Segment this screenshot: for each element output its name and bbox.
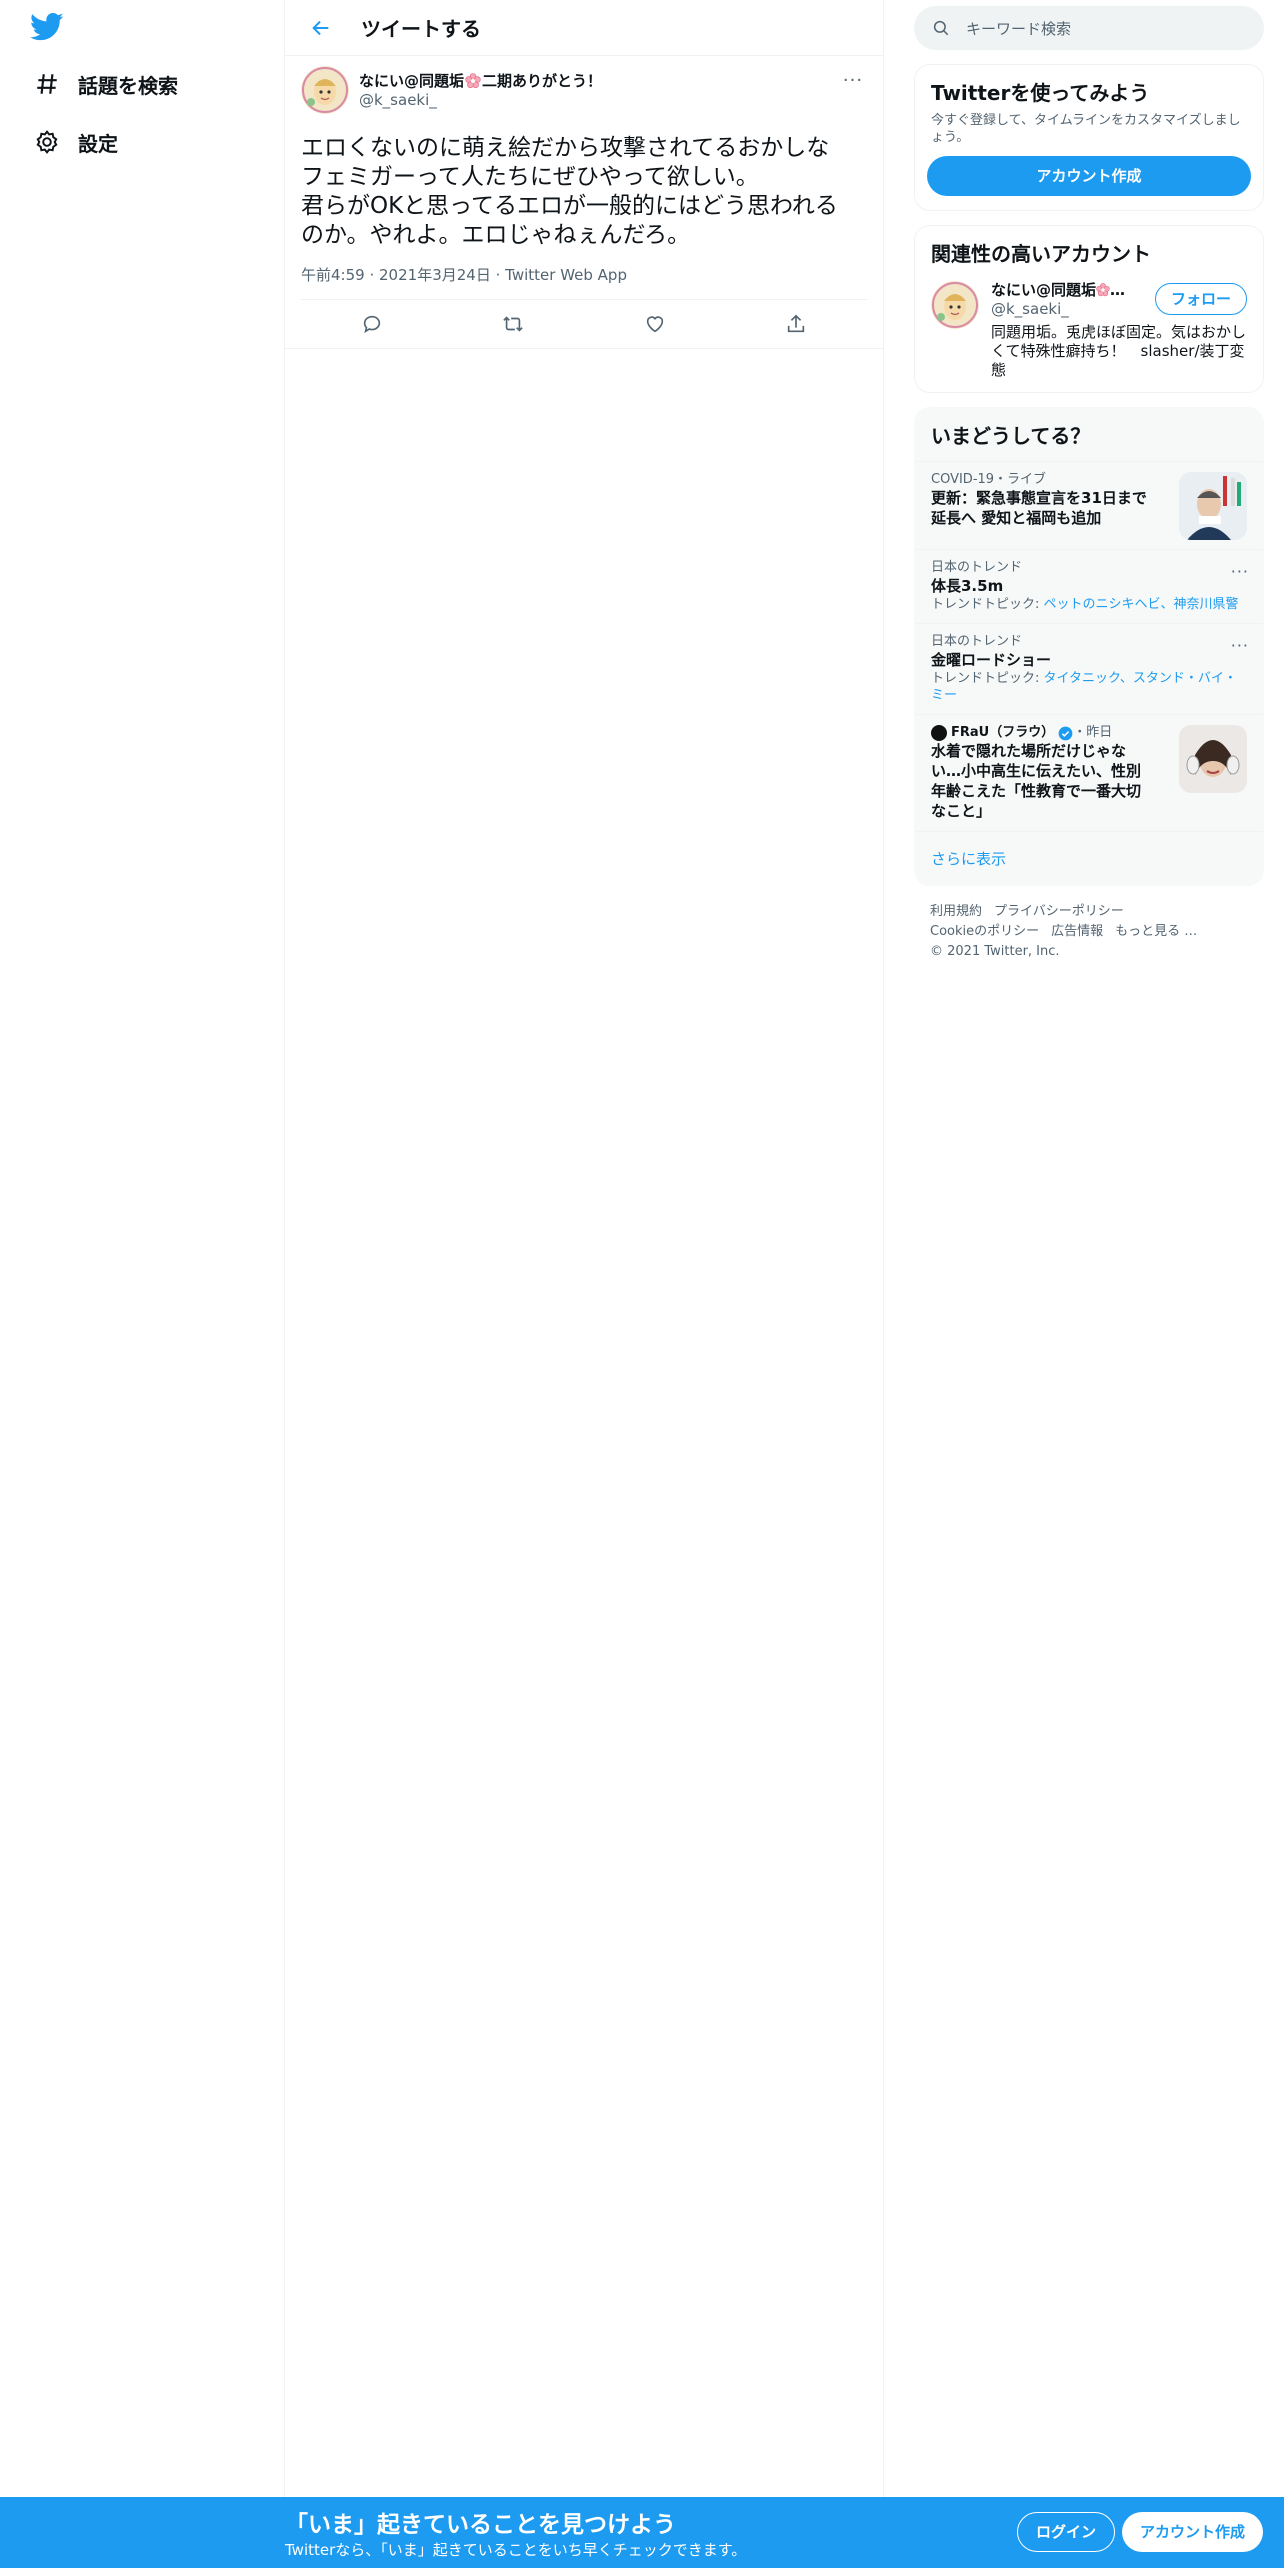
back-button[interactable] [301,8,341,48]
footer-link-terms[interactable]: 利用規約 [930,904,982,919]
trend-meta: 日本のトレンド [931,560,1023,575]
tweet-source[interactable]: Twitter Web App [505,266,627,284]
login-button[interactable]: ログイン [1017,2512,1116,2552]
left-nav: 話題を検索 設定 [0,0,285,2568]
flower-emoji-icon [465,73,481,89]
author-name-suffix: 二期ありがとう！ [482,72,603,90]
reply-icon [363,315,380,334]
footer-link-privacy[interactable]: プライバシーポリシー [994,904,1124,919]
more-options-icon[interactable]: ··· [1231,636,1249,655]
trend-title: 水着で隠れた場所だけじゃない…小中高生に伝えたい、性別年齢こえた「性教育で一番大… [931,742,1142,820]
related-account-name[interactable]: なにい@同題垢 … [991,281,1131,299]
author-name-text: なにい@同題垢 [359,72,465,90]
right-sidebar: キーワード検索 Twitterを使ってみよう 今すぐ登録して、タイムラインをカス… [914,0,1264,978]
trend-title: 金曜ロードショー [931,651,1052,669]
nav-item-settings[interactable]: 設定 [30,122,118,162]
trend-thumbnail [1179,725,1247,793]
reply-button[interactable] [352,304,392,344]
retweet-button[interactable] [493,304,533,344]
trend-thumbnail [1179,472,1247,540]
trend-source-line: FRaU（フラウ） ・昨日 [931,725,1151,741]
trend-topics: トレンドトピック: ペットのニシキヘビ、神奈川県警 [931,596,1247,613]
trend-topics-label: トレンドトピック: [931,597,1044,612]
nav-item-explore[interactable]: 話題を検索 [30,64,178,104]
meta-separator: · [369,266,380,284]
avatar[interactable] [931,281,979,329]
related-accounts-card: 関連性の高いアカウント なにい@同題垢… @k_saeki_ 同題用垢。兎虎ほぼ… [914,225,1264,393]
footer-link-cookies[interactable]: Cookieのポリシー [930,924,1039,939]
tweet-actions [301,300,867,348]
search-bar[interactable]: キーワード検索 [914,6,1264,50]
related-name-text: なにい@同題垢 [991,281,1097,299]
trend-meta: COVID-19・ライブ [931,472,1047,487]
search-icon [933,20,949,36]
signup-button[interactable]: アカウント作成 [1122,2512,1264,2552]
footer-link-ads[interactable]: 広告情報 [1051,924,1103,939]
related-card-title: 関連性の高いアカウント [931,242,1151,266]
trend-topics-links[interactable]: ペットのニシキヘビ、神奈川県警 [1044,597,1239,612]
banner-title: 「いま」起きていることを見つけよう [285,2512,676,2538]
signup-card-desc: 今すぐ登録して、タイムラインをカスタマイズしましょう。 [931,113,1241,145]
avatar[interactable] [301,66,349,114]
main-column: ツイートする なにい@同題垢 二期ありがとう！ @k_saeki_ ··· エロ… [285,0,884,2568]
trends-card-title: いまどうしてる？ [931,424,1091,448]
meta-separator: · [495,266,506,284]
trend-topics-label: トレンドトピック: [931,671,1044,686]
follow-button[interactable]: フォロー [1154,283,1247,315]
search-input[interactable]: キーワード検索 [966,18,1071,39]
author-name[interactable]: なにい@同題垢 二期ありがとう！ [359,72,602,90]
share-button[interactable] [776,304,816,344]
trend-item[interactable]: COVID-19・ライブ 更新：緊急事態宣言を31日まで延長へ 愛知と福岡も追加 [915,461,1263,549]
gear-icon [30,125,64,159]
arrow-left-icon [312,20,329,35]
retweet-icon [503,316,524,332]
footer-link-more[interactable]: もっと見る … [1115,924,1197,939]
signup-card: Twitterを使ってみよう 今すぐ登録して、タイムラインをカスタマイズしましょ… [914,64,1264,211]
related-account[interactable]: なにい@同題垢… @k_saeki_ 同題用垢。兎虎ほぼ固定。気はおかしくて特殊… [915,273,1263,392]
page-title: ツイートする [361,17,481,41]
flower-emoji-icon [1096,283,1110,297]
related-account-bio: 同題用垢。兎虎ほぼ固定。気はおかしくて特殊性癖持ち！ slasher/装丁変態 [991,323,1247,379]
tweet-meta: 午前4:59 · 2021年3月24日 · Twitter Web App [301,264,867,300]
trend-when: ・昨日 [1073,725,1113,740]
nav-item-settings-label: 設定 [78,131,118,156]
share-icon [788,314,805,333]
source-avatar-icon [931,725,947,741]
trend-item[interactable]: 日本のトレンド 体長3.5m トレンドトピック: ペットのニシキヘビ、神奈川県警… [915,549,1263,623]
more-options-icon[interactable]: ··· [839,70,867,94]
signup-card-title: Twitterを使ってみよう [931,81,1150,105]
trend-source: FRaU（フラウ） [951,725,1055,740]
create-account-button[interactable]: アカウント作成 [927,156,1251,196]
trend-title: 更新：緊急事態宣言を31日まで延長へ 愛知と福岡も追加 [931,489,1147,527]
trend-meta: 日本のトレンド [931,634,1023,649]
main-header: ツイートする [285,0,883,56]
related-name-suffix: … [1110,281,1126,299]
trends-card: いまどうしてる？ COVID-19・ライブ 更新：緊急事態宣言を31日まで延長へ… [914,407,1264,886]
author-handle[interactable]: @k_saeki_ [359,90,602,110]
banner-subtitle: Twitterなら、「いま」起きていることをいち早くチェックできます。 [285,2541,747,2559]
tweet-date[interactable]: 2021年3月24日 [379,266,491,284]
tweet-time[interactable]: 午前4:59 [301,266,365,284]
heart-icon [646,316,663,333]
hashtag-icon [30,67,64,101]
nav-item-explore-label: 話題を検索 [78,73,178,98]
bottom-signup-banner: 「いま」起きていることを見つけよう Twitterなら、「いま」起きていることを… [0,2497,1284,2568]
trend-item[interactable]: FRaU（フラウ） ・昨日 水着で隠れた場所だけじゃない…小中高生に伝えたい、性… [915,714,1263,831]
trend-title: 体長3.5m [931,577,1004,595]
twitter-logo-icon[interactable] [29,12,64,42]
trend-topics: トレンドトピック: タイタニック、スタンド・バイ・ミー [931,670,1247,704]
copyright: © 2021 Twitter, Inc. [930,944,1060,959]
footer: 利用規約 プライバシーポリシー Cookieのポリシー 広告情報 もっと見る … © … [914,886,1264,978]
more-options-icon[interactable]: ··· [1231,562,1249,581]
show-more-link[interactable]: さらに表示 [915,831,1263,885]
verified-badge-icon [1058,726,1073,741]
like-button[interactable] [635,304,675,344]
trend-item[interactable]: 日本のトレンド 金曜ロードショー トレンドトピック: タイタニック、スタンド・バ… [915,623,1263,714]
tweet-text: エロくないのに萌え絵だから攻撃されてるおかしな フェミガーって人たちにぜひやって… [301,135,838,248]
tweet: なにい@同題垢 二期ありがとう！ @k_saeki_ ··· エロくないのに萌え… [285,56,883,349]
